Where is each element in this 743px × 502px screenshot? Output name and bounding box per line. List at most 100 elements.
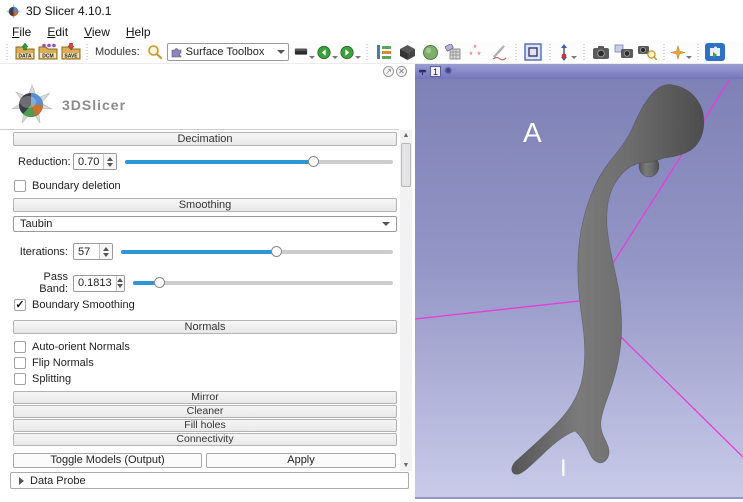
- extensions-star-icon[interactable]: [671, 42, 692, 62]
- module-back-icon[interactable]: [317, 42, 338, 62]
- scene-view-capture-icon[interactable]: [614, 42, 635, 62]
- slicer-logo-text: 3DSlicer: [62, 97, 126, 113]
- slider-handle[interactable]: [271, 246, 282, 257]
- toolbar-grip[interactable]: [85, 44, 90, 60]
- threed-view-header[interactable]: 1 ✺: [415, 64, 743, 79]
- svg-text:DATA: DATA: [18, 54, 32, 60]
- layout-selector-icon[interactable]: [374, 42, 395, 62]
- load-dicom-icon[interactable]: DCM: [37, 42, 58, 62]
- chevron-down-icon: [382, 222, 390, 226]
- passband-slider[interactable]: [133, 277, 393, 289]
- crop-volume-icon[interactable]: [443, 42, 464, 62]
- toggle-models-button[interactable]: Toggle Models (Output): [13, 453, 202, 468]
- menu-view[interactable]: View: [76, 23, 118, 41]
- iterations-slider[interactable]: [121, 246, 393, 258]
- pin-icon[interactable]: [418, 67, 427, 76]
- module-forward-icon[interactable]: [340, 42, 361, 62]
- passband-spinbox[interactable]: 0.1813: [73, 275, 125, 292]
- view-settings-gear-icon[interactable]: ✺: [444, 67, 452, 77]
- toolbar-grip[interactable]: [696, 44, 701, 60]
- scroll-down-icon[interactable]: ▼: [400, 460, 412, 471]
- screenshot-icon[interactable]: [591, 42, 612, 62]
- models-cube-icon[interactable]: [397, 42, 418, 62]
- section-cleaner[interactable]: Cleaner: [13, 405, 397, 418]
- splitting-checkbox[interactable]: Splitting: [14, 373, 71, 385]
- main-area: ↗ ✕ 3DSlicer Decimation Reduction: 0.70: [0, 64, 743, 501]
- crosshair-icon[interactable]: [557, 42, 578, 62]
- boundary-smoothing-checkbox[interactable]: ✓ Boundary Smoothing: [14, 299, 135, 311]
- threed-canvas[interactable]: A I: [415, 79, 743, 497]
- surface-toolbox-panel: Decimation Reduction: 0.70 Boundar: [0, 130, 399, 455]
- undock-panel-icon[interactable]: ↗: [383, 66, 394, 77]
- toolbar-grip[interactable]: [582, 44, 587, 60]
- threed-view[interactable]: 1 ✺: [415, 64, 743, 499]
- boundary-deletion-checkbox[interactable]: Boundary deletion: [14, 180, 121, 192]
- close-panel-icon[interactable]: ✕: [396, 66, 407, 77]
- toolbar-grip[interactable]: [662, 44, 667, 60]
- reduction-slider[interactable]: [125, 156, 393, 168]
- scene-view-restore-icon[interactable]: [637, 42, 658, 62]
- window-title: 3D Slicer 4.10.1: [26, 4, 111, 18]
- load-data-icon[interactable]: DATA: [14, 42, 35, 62]
- toolbar-grip[interactable]: [514, 44, 519, 60]
- markups-icon[interactable]: * * *: [466, 42, 487, 62]
- module-history-icon[interactable]: [294, 42, 315, 62]
- iterations-spinbox[interactable]: 57: [73, 243, 113, 260]
- section-connectivity[interactable]: Connectivity: [13, 433, 397, 446]
- svg-text:DCM: DCM: [42, 54, 53, 60]
- menu-help[interactable]: Help: [118, 23, 159, 41]
- apply-button[interactable]: Apply: [206, 453, 396, 468]
- toolbar-grip[interactable]: [5, 44, 10, 60]
- slider-handle[interactable]: [308, 156, 319, 167]
- svg-text:*: *: [469, 50, 473, 60]
- spin-arrows[interactable]: [103, 154, 116, 169]
- volume-rendering-icon[interactable]: [420, 42, 441, 62]
- layout-conventional-icon[interactable]: [523, 42, 544, 62]
- menu-file[interactable]: File: [4, 23, 39, 41]
- passband-row: Pass Band: 0.1813: [14, 271, 393, 295]
- smoothing-method-combo[interactable]: Taubin: [13, 216, 397, 232]
- section-decimation[interactable]: Decimation: [13, 132, 397, 146]
- app-icon: [6, 4, 21, 19]
- chevron-down-icon: [571, 56, 577, 59]
- orientation-label-inferior: I: [560, 455, 567, 483]
- extension-manager-icon[interactable]: [705, 42, 726, 62]
- toolbar-grip[interactable]: [365, 44, 370, 60]
- module-search-icon[interactable]: [145, 42, 166, 62]
- spin-arrows[interactable]: [99, 244, 112, 259]
- slicer-logo: 3DSlicer: [10, 82, 126, 128]
- section-fill-holes[interactable]: Fill holes: [13, 419, 397, 432]
- view-number: 1: [430, 66, 441, 77]
- expand-arrow-icon: [19, 477, 24, 485]
- toolbar-grip[interactable]: [548, 44, 553, 60]
- chevron-down-icon: [332, 56, 338, 59]
- section-mirror[interactable]: Mirror: [13, 391, 397, 404]
- panel-scrollbar[interactable]: ▲ ▼: [400, 130, 412, 471]
- puzzle-icon: [171, 46, 183, 58]
- toolbar: DATA DCM SAVE Modules: Surface Toolbox: [0, 41, 743, 64]
- menu-bar: File Edit View Help: [0, 22, 743, 41]
- slider-handle[interactable]: [154, 277, 165, 288]
- flip-normals-checkbox[interactable]: Flip Normals: [14, 357, 94, 369]
- chevron-down-icon: [309, 56, 315, 59]
- section-smoothing[interactable]: Smoothing: [13, 198, 397, 212]
- data-probe-section[interactable]: Data Probe: [10, 472, 409, 489]
- auto-orient-normals-checkbox[interactable]: Auto-orient Normals: [14, 341, 130, 353]
- menu-edit[interactable]: Edit: [39, 23, 76, 41]
- annotations-icon[interactable]: [489, 42, 510, 62]
- reduction-spinbox[interactable]: 0.70: [73, 153, 117, 170]
- panel-header-row: ↗ ✕: [0, 66, 407, 80]
- scroll-up-icon[interactable]: ▲: [400, 130, 412, 141]
- chevron-down-icon: [686, 56, 692, 59]
- slicer-logo-icon: [10, 83, 54, 127]
- orientation-label-anterior: A: [523, 117, 542, 149]
- module-selector-value: Surface Toolbox: [186, 46, 277, 58]
- chevron-down-icon: [277, 50, 285, 54]
- section-normals[interactable]: Normals: [13, 320, 397, 334]
- spin-arrows[interactable]: [116, 276, 124, 291]
- scrollbar-thumb[interactable]: [401, 143, 411, 187]
- reduction-row: Reduction: 0.70: [18, 153, 393, 170]
- module-selector[interactable]: Surface Toolbox: [167, 43, 289, 61]
- save-icon[interactable]: SAVE: [60, 42, 81, 62]
- passband-label: Pass Band:: [14, 271, 68, 295]
